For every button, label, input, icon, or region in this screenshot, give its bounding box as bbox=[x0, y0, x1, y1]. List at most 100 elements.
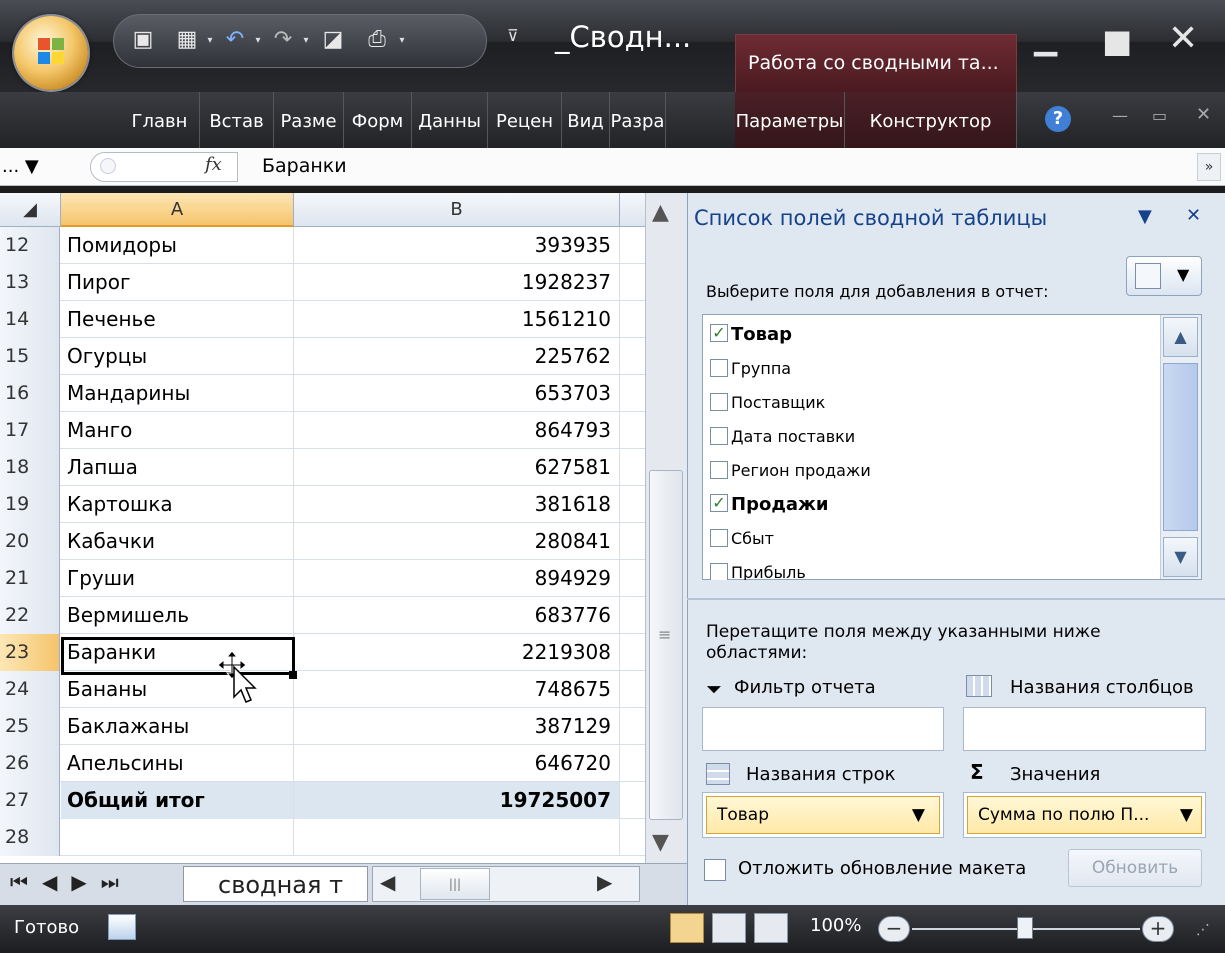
tab-data[interactable]: Данны bbox=[412, 92, 488, 148]
field-layout-button[interactable]: ▼ bbox=[1126, 256, 1202, 296]
row-header[interactable]: 20 bbox=[0, 523, 60, 560]
tab-page-layout[interactable]: Разме bbox=[274, 92, 344, 148]
cell-sales[interactable]: 627581 bbox=[294, 449, 620, 486]
cell-sales[interactable]: 894929 bbox=[294, 560, 620, 597]
page-break-view-icon[interactable] bbox=[754, 913, 788, 943]
row-field-pill[interactable]: Товар ▼ bbox=[706, 796, 940, 834]
checkbox-icon[interactable] bbox=[710, 392, 728, 411]
row-header[interactable]: 19 bbox=[0, 486, 60, 523]
select-all-corner[interactable]: ◢ bbox=[0, 193, 61, 227]
normal-view-icon[interactable] bbox=[670, 913, 704, 943]
cell-product[interactable]: Лапша bbox=[61, 449, 294, 486]
customize-qat-icon[interactable]: ⊽ bbox=[507, 26, 519, 45]
ribbon-minimize-icon[interactable]: — bbox=[1112, 106, 1128, 125]
row-header[interactable]: 27 bbox=[0, 782, 60, 819]
row-header[interactable]: 22 bbox=[0, 597, 60, 634]
sheet-tab[interactable]: сводная т bbox=[183, 866, 368, 902]
checkbox-icon[interactable] bbox=[710, 358, 728, 377]
field-list-item[interactable]: Дата поставки bbox=[710, 420, 855, 454]
formula-input[interactable]: Баранки bbox=[262, 155, 347, 177]
defer-update-checkbox[interactable] bbox=[704, 859, 726, 881]
cell-sales[interactable]: 387129 bbox=[294, 708, 620, 745]
row-header[interactable]: 24 bbox=[0, 671, 60, 708]
save-icon[interactable]: ▣ bbox=[130, 27, 156, 53]
scroll-left-icon[interactable]: ◀ bbox=[380, 870, 395, 894]
row-header[interactable]: 26 bbox=[0, 745, 60, 782]
ribbon-restore-icon[interactable]: ▭ bbox=[1152, 106, 1167, 125]
tab-formulas[interactable]: Форм bbox=[344, 92, 412, 148]
field-list-scroll-down-icon[interactable]: ▼ bbox=[1163, 537, 1198, 577]
value-field-pill[interactable]: Сумма по полю П... ▼ bbox=[967, 796, 1202, 834]
column-header-a[interactable]: A bbox=[61, 193, 294, 227]
cell-product[interactable]: Картошка bbox=[61, 486, 294, 523]
cell-sales[interactable]: 2219308 bbox=[294, 634, 620, 671]
tab-home[interactable]: Главн bbox=[120, 92, 200, 148]
column-header-b[interactable]: B bbox=[294, 193, 620, 227]
cell-sales[interactable]: 225762 bbox=[294, 338, 620, 375]
checkbox-icon[interactable] bbox=[710, 562, 728, 580]
checkbox-icon[interactable] bbox=[710, 528, 728, 547]
cell-sales[interactable]: 683776 bbox=[294, 597, 620, 634]
cell-product[interactable]: Пирог bbox=[61, 264, 294, 301]
field-list-item[interactable]: Регион продажи bbox=[710, 454, 871, 488]
close-button[interactable]: ✕ bbox=[1168, 18, 1198, 59]
minimize-button[interactable]: ▁ bbox=[1034, 22, 1057, 57]
dropdown-arrow-icon[interactable]: ▾ bbox=[300, 35, 312, 47]
cell-sales[interactable]: 1561210 bbox=[294, 301, 620, 338]
name-box-dropdown-icon[interactable]: ▼ bbox=[25, 156, 39, 177]
row-header[interactable]: 23 bbox=[0, 634, 60, 671]
tab-review[interactable]: Рецен bbox=[488, 92, 562, 148]
field-list-scroll-thumb[interactable] bbox=[1163, 363, 1198, 531]
dropdown-arrow-icon[interactable]: ▾ bbox=[252, 35, 264, 47]
row-header[interactable]: 21 bbox=[0, 560, 60, 597]
zoom-in-icon[interactable]: + bbox=[1142, 916, 1174, 942]
dropdown-arrow-icon[interactable]: ▾ bbox=[204, 35, 216, 47]
tab-insert[interactable]: Встав bbox=[200, 92, 274, 148]
field-list-item[interactable]: Прибыль bbox=[710, 556, 806, 580]
name-box[interactable]: ... ▼ bbox=[2, 156, 39, 177]
cell-product[interactable]: Груши bbox=[61, 560, 294, 597]
field-list-item[interactable]: Сбыт bbox=[710, 522, 774, 556]
cell-product[interactable]: Помидоры bbox=[61, 227, 294, 264]
field-list-item[interactable]: Поставщик bbox=[710, 386, 825, 420]
row-header[interactable]: 25 bbox=[0, 708, 60, 745]
print-preview-icon[interactable]: ◪ bbox=[320, 27, 346, 53]
checked-checkbox-icon[interactable]: ✓ bbox=[710, 324, 728, 342]
value-field-dropdown-icon[interactable]: ▼ bbox=[1180, 797, 1193, 833]
field-list-scroll-up-icon[interactable]: ▲ bbox=[1163, 317, 1198, 357]
ribbon-close-icon[interactable]: ✕ bbox=[1196, 104, 1211, 125]
checked-checkbox-icon[interactable]: ✓ bbox=[710, 494, 728, 512]
cell-product[interactable]: Огурцы bbox=[61, 338, 294, 375]
cell-sales[interactable]: 864793 bbox=[294, 412, 620, 449]
cell-product[interactable]: Вермишель bbox=[61, 597, 294, 634]
scroll-down-icon[interactable]: ▼ bbox=[652, 830, 669, 855]
field-list-item[interactable]: Группа bbox=[710, 352, 791, 386]
insert-function-icon[interactable]: fx bbox=[205, 154, 222, 175]
zoom-slider-thumb[interactable] bbox=[1017, 917, 1033, 939]
cell-product[interactable]: Мандарины bbox=[61, 375, 294, 412]
tab-options[interactable]: Параметры bbox=[735, 92, 845, 148]
page-layout-view-icon[interactable] bbox=[712, 913, 746, 943]
cell-product[interactable]: Общий итог bbox=[61, 782, 294, 819]
checkbox-icon[interactable] bbox=[710, 426, 728, 445]
zoom-out-icon[interactable]: − bbox=[878, 916, 910, 942]
scroll-up-icon[interactable]: ▲ bbox=[652, 200, 669, 225]
pane-splitter[interactable] bbox=[687, 598, 1225, 600]
field-list-item[interactable]: ✓ Продажи bbox=[710, 488, 829, 522]
zoom-level[interactable]: 100% bbox=[810, 915, 861, 936]
macro-record-icon[interactable] bbox=[108, 914, 136, 940]
row-header[interactable]: 17 bbox=[0, 412, 60, 449]
cell-product[interactable]: Кабачки bbox=[61, 523, 294, 560]
field-list-scrollbar[interactable]: ▲ ▼ bbox=[1160, 315, 1201, 579]
cell-sales[interactable]: 653703 bbox=[294, 375, 620, 412]
fill-handle[interactable] bbox=[289, 671, 297, 679]
tab-view[interactable]: Вид bbox=[562, 92, 610, 148]
cell-product[interactable]: Баклажаны bbox=[61, 708, 294, 745]
cell-sales[interactable]: 646720 bbox=[294, 745, 620, 782]
resize-grip-icon[interactable]: ⋰ bbox=[1196, 922, 1210, 938]
cell-sales[interactable]: 1928237 bbox=[294, 264, 620, 301]
help-icon[interactable]: ? bbox=[1045, 106, 1071, 132]
office-button[interactable] bbox=[14, 16, 88, 90]
field-list-item[interactable]: ✓ Товар bbox=[710, 318, 792, 352]
scroll-right-icon[interactable]: ▶ bbox=[597, 870, 612, 894]
